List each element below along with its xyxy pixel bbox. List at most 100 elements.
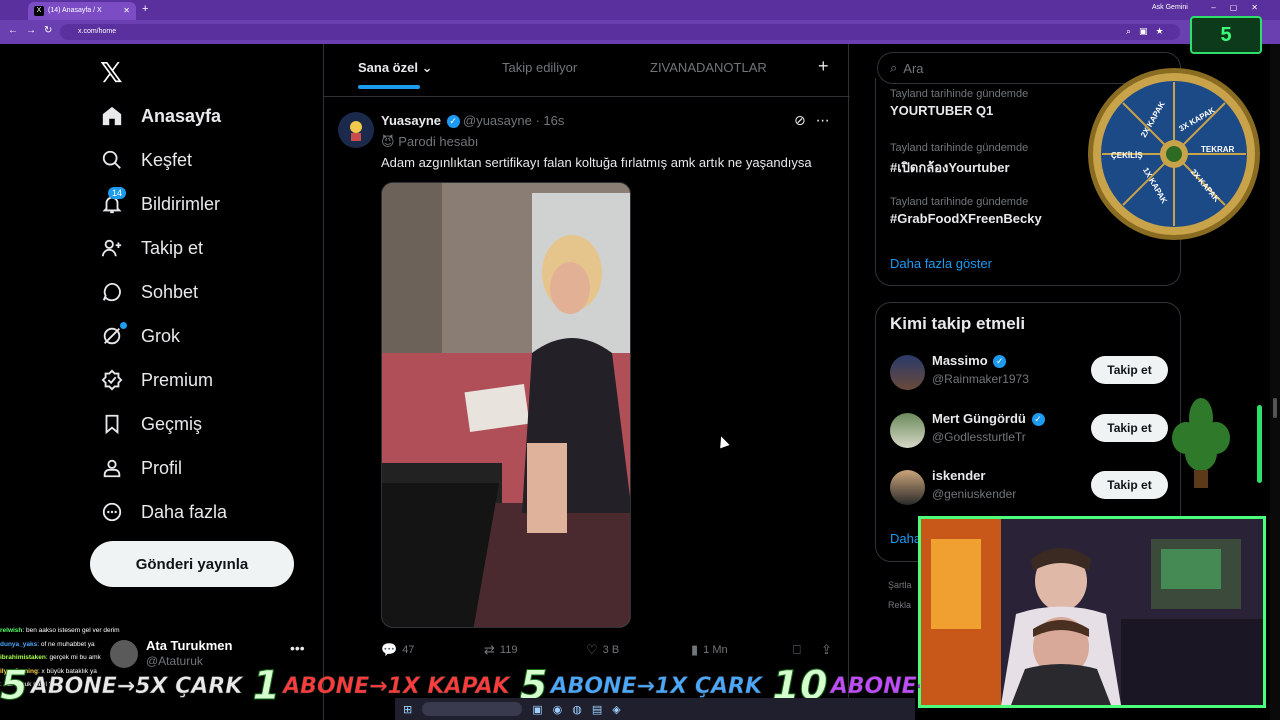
active-tab-indicator [358, 85, 420, 89]
tab-following[interactable]: Takip ediliyor [502, 60, 577, 75]
taskbar-app-icon[interactable]: ◍ [572, 703, 582, 716]
suggestion-handle: @geniuskender [932, 487, 1017, 501]
premium-icon [100, 368, 124, 392]
more-horizontal-icon[interactable]: ••• [290, 640, 305, 656]
nav-item-explore[interactable]: Keşfet [100, 144, 192, 176]
views-button[interactable]: ▮ 1 Mn [691, 642, 728, 658]
nav-item-home[interactable]: Anasayfa [100, 100, 221, 132]
home-icon [100, 104, 124, 128]
search-icon: ⌕ [890, 60, 898, 75]
taskbar-app-icon[interactable]: ◉ [553, 703, 563, 716]
address-bar-icons[interactable]: ⌕▣★ [1126, 26, 1172, 37]
overlay-counter: 5 [1190, 16, 1262, 54]
trend-meta: Tayland tarihinde gündemde [890, 196, 1029, 208]
nav-label: Profil [141, 457, 183, 478]
banner-text: ABONE→1X ÇARK [550, 673, 763, 699]
show-more-link[interactable]: Daha fazla göster [890, 256, 992, 271]
taskbar-app-icon[interactable]: ▤ [592, 703, 602, 716]
trend-item[interactable]: Tayland tarihinde gündemde #เปิดกล้องYou… [890, 142, 1028, 178]
share-button[interactable]: ⇪ [821, 642, 832, 658]
avatar[interactable] [890, 355, 925, 390]
chat-text: : gerçek mi bu amk [45, 654, 101, 661]
nav-item-premium[interactable]: Premium [100, 364, 213, 396]
follow-button[interactable]: Takip et [1091, 356, 1168, 384]
close-tab-icon[interactable]: ✕ [123, 6, 130, 15]
reload-icon[interactable]: ↻ [44, 25, 52, 36]
avatar[interactable] [890, 413, 925, 448]
chevron-down-icon: ⌄ [421, 60, 433, 75]
avatar[interactable] [890, 470, 925, 505]
back-icon[interactable]: ← [8, 25, 18, 36]
nav-item-follow[interactable]: Takip et [100, 232, 203, 264]
suggestion-name: Mert Güngördü ✓ [932, 411, 1045, 427]
footer-link[interactable]: Şartla [888, 580, 912, 590]
browser-tab[interactable]: X (14) Anasayfa / X ✕ [28, 2, 136, 20]
repost-count: 119 [499, 644, 518, 656]
nav-item-profile[interactable]: Profil [100, 452, 182, 484]
author-handle[interactable]: @yuasayne · 16s [463, 113, 564, 128]
search-icon [100, 148, 124, 172]
forward-icon[interactable]: → [26, 25, 36, 36]
new-tab-button[interactable]: + [142, 3, 148, 15]
avatar[interactable] [338, 112, 374, 148]
trend-item[interactable]: Tayland tarihinde gündemde #GrabFoodXFre… [890, 196, 1042, 226]
parody-label: 😈 Parodi hesabı [381, 134, 478, 150]
nav-item-more[interactable]: Daha fazla [100, 496, 227, 528]
webcam-overlay [918, 516, 1266, 708]
tab-list[interactable]: ZIVANADANOTLAR [650, 60, 767, 75]
nav-item-grok[interactable]: Grok [100, 320, 180, 352]
reply-count: 47 [402, 644, 415, 656]
plant-decoration [1172, 398, 1230, 488]
suggestion-name: iskender [932, 468, 986, 483]
tweet-video[interactable] [381, 182, 631, 628]
views-chart-icon: ▮ [691, 642, 699, 657]
ask-gemini-button[interactable]: Ask Gemini [1152, 4, 1188, 11]
trend-meta: Tayland tarihinde gündemde [890, 142, 1029, 154]
chat-message: dunya_yaks: of ne muhabbet ya [0, 638, 140, 652]
trend-title: YOURTUBER Q1 [890, 103, 994, 118]
tweet-top-actions[interactable]: ⊘⋯ [794, 112, 840, 129]
chat-message: ibrahimistaken: gerçek mi bu amk [0, 651, 140, 665]
url-input[interactable]: x.com/home [60, 24, 1180, 40]
nav-item-bookmarks[interactable]: Geçmiş [100, 408, 202, 440]
verified-icon: ✓ [1031, 413, 1045, 427]
bookmark-button[interactable]: ⎕ [793, 642, 801, 658]
taskbar-app-icon[interactable]: ◈ [612, 703, 620, 716]
like-button[interactable]: ♡ 3 B [586, 642, 619, 658]
parody-label-text: Parodi hesabı [398, 134, 479, 149]
more-horizontal-icon[interactable]: ⋯ [816, 112, 840, 128]
window-controls[interactable]: –▢✕ [1211, 3, 1272, 12]
follow-button[interactable]: Takip et [1091, 471, 1168, 499]
share-icon: ⇪ [821, 642, 832, 657]
nav-label: Bildirimler [141, 193, 221, 214]
taskbar-app-icon[interactable]: ▣ [532, 703, 542, 716]
nav-label: Geçmiş [141, 413, 203, 434]
x-logo-icon[interactable]: 𝕏 [100, 56, 123, 89]
author-name[interactable]: Yuasayne ✓ [381, 113, 460, 129]
scrollbar[interactable] [1270, 44, 1280, 720]
follow-suggestion[interactable]: Mert Güngördü ✓ @GodlessturtleTr Takip e… [890, 411, 1170, 451]
show-more-link[interactable]: Daha [890, 531, 921, 546]
prize-wheel: 2X KAPAK 3X KAPAK ÇEKİLİŞ TEKRAR 1X KAPA… [1088, 68, 1260, 240]
scrollbar-thumb[interactable] [1273, 398, 1277, 418]
nav-label: Daha fazla [141, 501, 228, 522]
footer-link[interactable]: Rekla [888, 600, 911, 610]
banner-number: 1 [252, 664, 281, 708]
repost-icon: ⇄ [484, 642, 495, 657]
nav-label: Grok [141, 325, 181, 346]
tab-for-you[interactable]: Sana özel ⌄ [358, 60, 433, 76]
reply-button[interactable]: 💬 47 [381, 642, 414, 658]
grok-icon[interactable]: ⊘ [794, 112, 816, 128]
repost-button[interactable]: ⇄ 119 [484, 642, 517, 658]
nav-item-chat[interactable]: Sohbet [100, 276, 198, 308]
add-tab-icon[interactable]: + [818, 56, 829, 77]
suggestion-name-text: Mert Güngördü [932, 411, 1026, 426]
os-taskbar: ⊞ ▣ ◉ ◍ ▤ ◈ [395, 698, 915, 720]
trend-item[interactable]: Tayland tarihinde gündemde YOURTUBER Q1 [890, 88, 1028, 118]
taskbar-search[interactable] [422, 702, 523, 716]
windows-start-icon[interactable]: ⊞ [403, 703, 412, 716]
post-button[interactable]: Gönderi yayınla [90, 541, 294, 587]
follow-suggestion[interactable]: Massimo ✓ @Rainmaker1973 Takip et [890, 353, 1170, 393]
follow-suggestion[interactable]: iskender @geniuskender Takip et [890, 468, 1170, 508]
follow-button[interactable]: Takip et [1091, 414, 1168, 442]
